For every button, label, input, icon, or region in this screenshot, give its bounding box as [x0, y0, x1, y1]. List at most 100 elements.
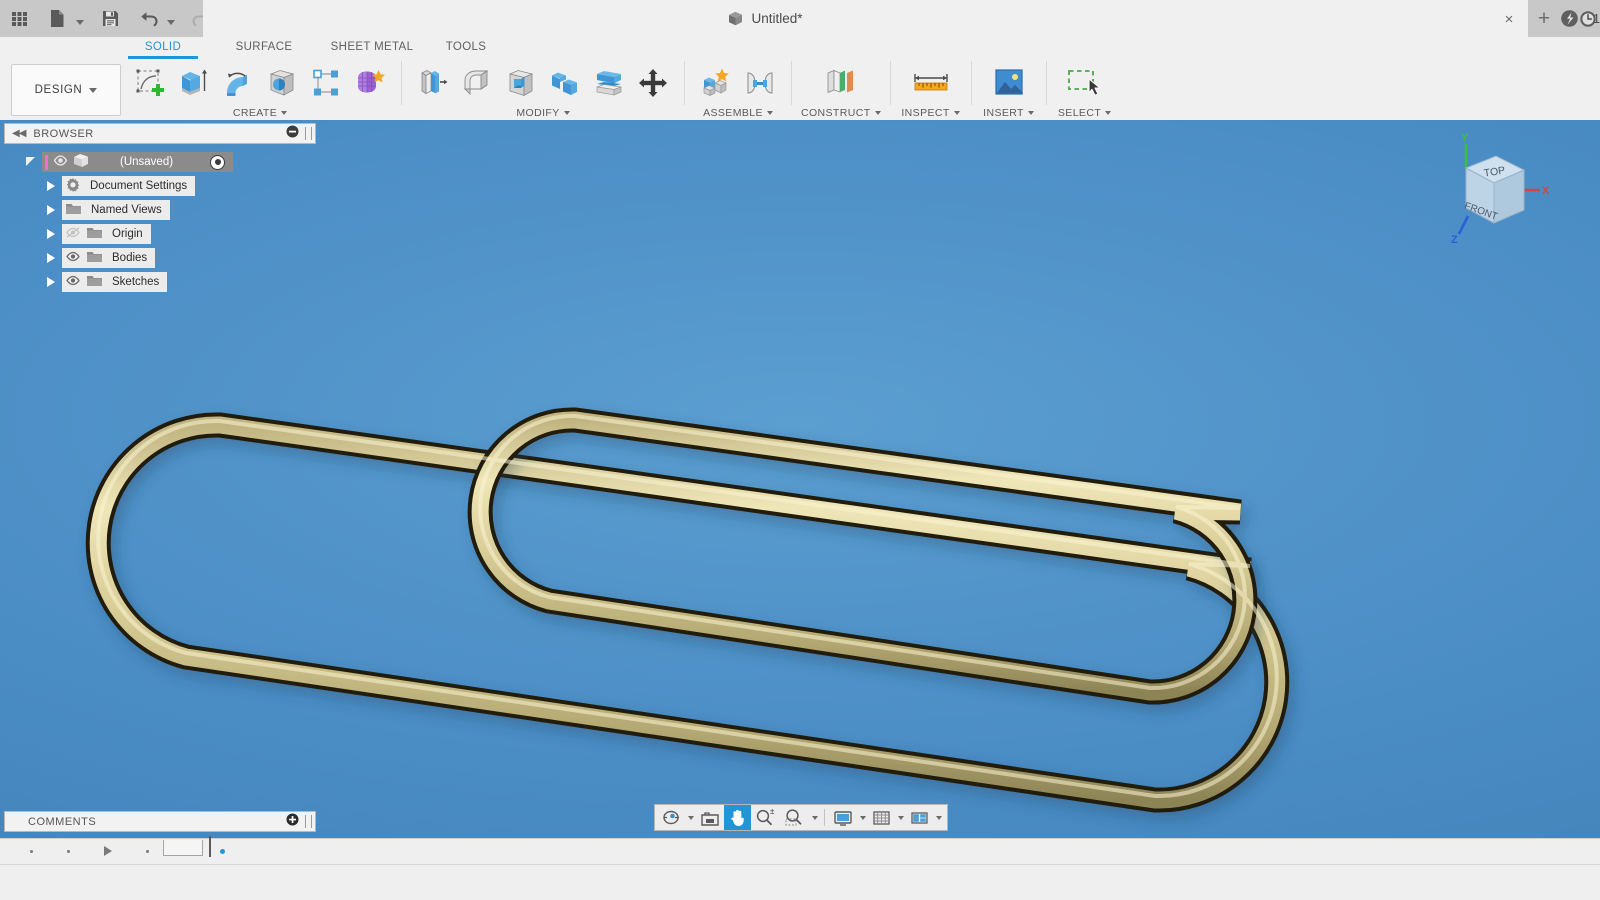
tree-row-bodies[interactable]: Bodies: [4, 246, 316, 270]
insert-image-button[interactable]: [981, 61, 1037, 105]
offset-plane-button[interactable]: [815, 61, 867, 105]
press-pull-button[interactable]: [411, 61, 455, 105]
viewports-caret-icon[interactable]: [933, 805, 944, 830]
undo-caret-icon[interactable]: [164, 4, 177, 34]
expand-arrow-icon[interactable]: [40, 253, 62, 263]
ribbon-group-construct: CONSTRUCT: [801, 61, 881, 120]
ribbon-group-assemble-label[interactable]: ASSEMBLE: [703, 105, 773, 120]
tree-row-named-views[interactable]: Named Views: [4, 198, 316, 222]
minimize-icon[interactable]: [286, 125, 299, 143]
ribbon-separator: [1045, 61, 1047, 105]
joint-button[interactable]: [738, 61, 782, 105]
move-copy-button[interactable]: [631, 61, 675, 105]
activate-component-radio[interactable]: [210, 154, 226, 170]
hole-button[interactable]: [260, 61, 304, 105]
tree-chip-bodies[interactable]: Bodies: [62, 248, 156, 268]
tab-sheet-metal[interactable]: SHEET METAL: [322, 37, 422, 59]
expand-arrow-icon[interactable]: [20, 155, 42, 169]
tab-surface[interactable]: SURFACE: [220, 37, 308, 59]
timeline-play-icon[interactable]: [104, 846, 112, 856]
new-tab-button[interactable]: +: [1528, 0, 1560, 37]
tree-chip-unsaved[interactable]: (Unsaved): [42, 152, 234, 172]
fillet-button[interactable]: [455, 61, 499, 105]
viewports-button[interactable]: [906, 805, 933, 830]
unsaved-indicator: [45, 154, 48, 170]
rectangular-pattern-button[interactable]: [304, 61, 348, 105]
close-tab-button[interactable]: ×: [1498, 8, 1520, 30]
zoom-button[interactable]: ±: [751, 805, 780, 830]
collapse-left-icon[interactable]: ◀◀: [12, 128, 26, 139]
eye-icon[interactable]: [65, 274, 81, 290]
ribbon-group-inspect-label[interactable]: INSPECT: [901, 105, 960, 120]
new-component-button[interactable]: [694, 61, 738, 105]
pan-button[interactable]: [724, 805, 751, 830]
timeline-bar: [0, 836, 1600, 900]
shell-button[interactable]: [499, 61, 543, 105]
workspace-selector-label: DESIGN: [34, 84, 83, 96]
create-form-button[interactable]: [348, 61, 392, 105]
display-settings-button[interactable]: [829, 805, 857, 830]
document-tab-untitled[interactable]: Untitled*: [203, 0, 1327, 37]
select-button[interactable]: [1056, 61, 1114, 105]
job-status-icon[interactable]: [1560, 0, 1579, 37]
fit-button[interactable]: [780, 805, 809, 830]
workspace-selector[interactable]: DESIGN: [11, 64, 121, 116]
new-file-caret-icon[interactable]: [73, 4, 86, 34]
grid-snaps-caret-icon[interactable]: [895, 805, 906, 830]
timeline-marker[interactable]: [30, 849, 33, 853]
add-comment-icon[interactable]: [286, 813, 299, 831]
expand-arrow-icon[interactable]: [40, 205, 62, 215]
ribbon-group-create-label[interactable]: CREATE: [233, 105, 288, 120]
split-body-button[interactable]: [587, 61, 631, 105]
orbit-caret-icon[interactable]: [685, 805, 696, 830]
browser-resize-grip[interactable]: [305, 127, 312, 140]
ribbon-group-modify-label[interactable]: MODIFY: [516, 105, 570, 120]
tree-chip-document-settings[interactable]: Document Settings: [62, 176, 196, 196]
tab-tools[interactable]: TOOLS: [432, 37, 500, 59]
fit-caret-icon[interactable]: [809, 805, 820, 830]
view-cube[interactable]: Y X Z TOP FRONT: [1428, 130, 1558, 250]
combine-button[interactable]: [543, 61, 587, 105]
ribbon-group-insert-label[interactable]: INSERT: [983, 105, 1034, 120]
save-button[interactable]: [96, 4, 124, 34]
folder-icon: [86, 226, 103, 243]
eye-icon[interactable]: [65, 250, 81, 266]
view-cube-body[interactable]: TOP FRONT: [1463, 155, 1526, 224]
timeline-end-marker[interactable]: [163, 840, 203, 856]
ribbon-group-construct-label[interactable]: CONSTRUCT: [801, 105, 881, 120]
ribbon-group-select-label[interactable]: SELECT: [1058, 105, 1112, 120]
tree-chip-origin[interactable]: Origin: [62, 224, 151, 244]
document-tab-title: Untitled*: [751, 11, 803, 26]
tree-row-unsaved[interactable]: (Unsaved): [4, 150, 316, 174]
tree-row-origin[interactable]: Origin: [4, 222, 316, 246]
expand-arrow-icon[interactable]: [40, 229, 62, 239]
timeline-playhead[interactable]: [209, 836, 211, 857]
viewport-canvas[interactable]: ◀◀ BROWSER (Unsaved) Document Settings N…: [0, 120, 1600, 838]
new-file-button[interactable]: [43, 4, 71, 34]
app-grid-button[interactable]: [5, 4, 33, 34]
tab-solid[interactable]: SOLID: [128, 37, 198, 59]
expand-arrow-icon[interactable]: [40, 181, 62, 191]
ribbon-separator: [970, 61, 972, 105]
revolve-button[interactable]: [216, 61, 260, 105]
display-settings-caret-icon[interactable]: [857, 805, 868, 830]
expand-arrow-icon[interactable]: [40, 277, 62, 287]
eye-off-icon[interactable]: [65, 226, 81, 242]
create-sketch-button[interactable]: [128, 61, 172, 105]
tree-row-document-settings[interactable]: Document Settings: [4, 174, 316, 198]
grid-snaps-button[interactable]: [868, 805, 895, 830]
comments-resize-grip[interactable]: [305, 815, 312, 828]
orbit-button[interactable]: [658, 805, 685, 830]
tree-chip-named-views[interactable]: Named Views: [62, 200, 170, 220]
tree-row-sketches[interactable]: Sketches: [4, 270, 316, 294]
measure-button[interactable]: [900, 61, 962, 105]
timeline-marker[interactable]: [67, 849, 70, 853]
timeline-current-marker[interactable]: [220, 848, 225, 854]
look-at-button[interactable]: [696, 805, 724, 830]
axis-z-line: [1457, 215, 1470, 235]
undo-button[interactable]: [134, 4, 162, 34]
timeline-marker[interactable]: [146, 849, 149, 853]
eye-icon[interactable]: [53, 154, 68, 170]
tree-chip-sketches[interactable]: Sketches: [62, 272, 168, 292]
extrude-button[interactable]: [172, 61, 216, 105]
